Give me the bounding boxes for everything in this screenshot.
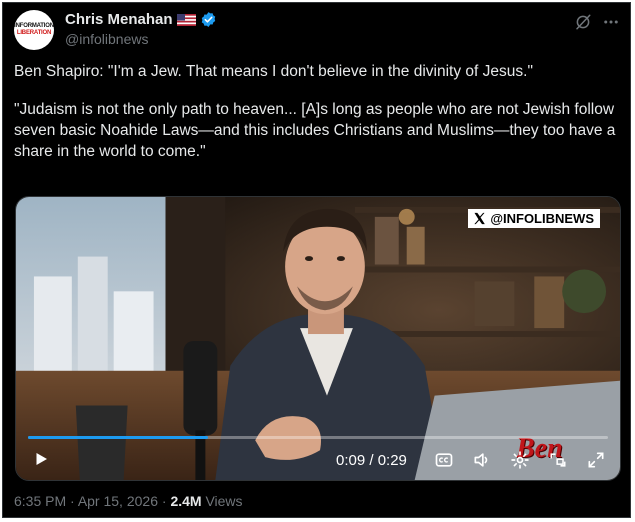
author-handle[interactable]: @infolibnews xyxy=(65,31,148,47)
author-name-row: Chris Menahan xyxy=(65,11,217,28)
progress-bar[interactable] xyxy=(28,436,608,439)
us-flag-icon xyxy=(176,13,196,26)
progress-fill xyxy=(28,436,208,439)
views-count: 2.4M xyxy=(170,493,202,509)
gear-icon[interactable] xyxy=(510,450,530,470)
meta-separator: · xyxy=(157,493,171,509)
views-label: Views xyxy=(201,493,243,509)
tweet-paragraph-1: Ben Shapiro: "I'm a Jew. That means I do… xyxy=(14,63,533,80)
post-date[interactable]: Apr 15, 2026 xyxy=(78,493,158,509)
more-dots-icon[interactable] xyxy=(602,13,620,31)
author-display-name[interactable]: Chris Menahan xyxy=(65,11,173,28)
grok-icon[interactable] xyxy=(574,13,592,31)
picture-in-picture-icon[interactable] xyxy=(548,450,568,470)
meta-separator: · xyxy=(66,493,78,509)
video-player[interactable]: @INFOLIBNEWS Ben 0:09 / 0:29 xyxy=(15,196,621,481)
post-time[interactable]: 6:35 PM xyxy=(14,493,66,509)
time-readout: 0:09 / 0:29 xyxy=(336,452,407,469)
volume-icon[interactable] xyxy=(472,450,492,470)
fullscreen-icon[interactable] xyxy=(586,450,606,470)
tweet-paragraph-2: "Judaism is not the only path to heaven.… xyxy=(14,101,616,160)
avatar[interactable]: INFORMATION LIBERATION xyxy=(14,10,54,50)
watermark-text: @INFOLIBNEWS xyxy=(490,211,594,226)
tweet-card: INFORMATION LIBERATION Chris Menahan @in… xyxy=(2,2,631,518)
video-watermark: @INFOLIBNEWS xyxy=(468,209,600,228)
captions-icon[interactable] xyxy=(434,450,454,470)
avatar-text-line2: LIBERATION xyxy=(16,30,52,36)
tweet-text: Ben Shapiro: "I'm a Jew. That means I do… xyxy=(14,61,619,162)
play-icon[interactable] xyxy=(32,450,50,468)
x-logo-icon xyxy=(474,212,486,225)
avatar-text-line1: INFORMATION xyxy=(14,23,54,29)
tweet-meta: 6:35 PM · Apr 15, 2026 · 2.4M Views xyxy=(14,493,243,509)
verified-badge-icon[interactable] xyxy=(200,11,217,28)
